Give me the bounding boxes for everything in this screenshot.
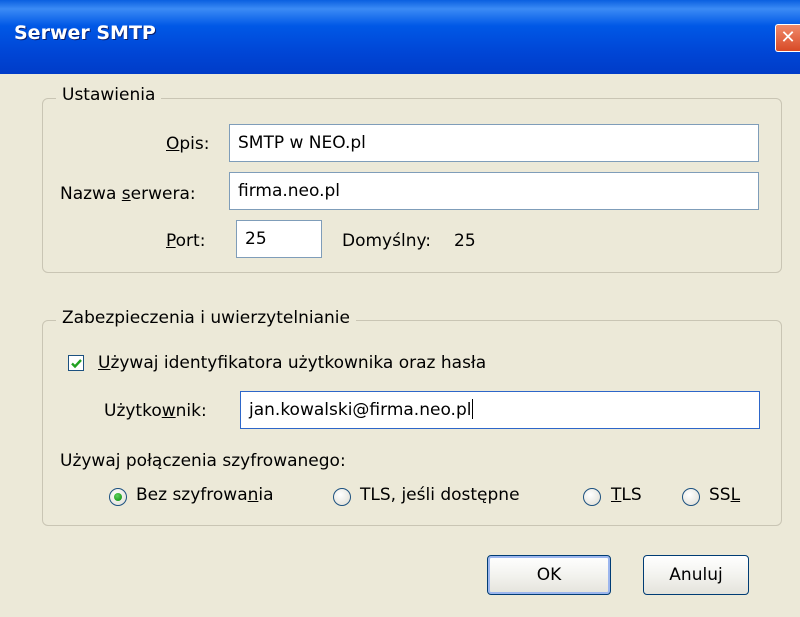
use-auth-label[interactable]: Używaj identyfikatora użytkownika oraz h… [98, 353, 486, 373]
port-input[interactable]: 25 [236, 220, 322, 258]
server-value: firma.neo.pl [238, 181, 341, 201]
text-caret [472, 399, 474, 419]
radio-tls-if-available-label[interactable]: TLS, jeśli dostępne [360, 485, 520, 505]
user-label: Użytkownik: [104, 401, 207, 421]
server-label: Nazwa serwera: [60, 184, 196, 204]
close-icon[interactable]: ✕ [775, 24, 800, 52]
user-value: jan.kowalski@firma.neo.pl [249, 400, 472, 420]
radio-tls-if-available[interactable] [333, 488, 351, 506]
description-value: SMTP w NEO.pl [238, 133, 366, 153]
radio-tls-label[interactable]: TLS [611, 485, 642, 505]
settings-legend: Ustawienia [56, 85, 162, 105]
window-title: Serwer SMTP [14, 22, 156, 44]
port-value: 25 [245, 229, 267, 249]
radio-no-encryption-label[interactable]: Bez szyfrowania [136, 485, 274, 505]
description-label: Opis: [166, 134, 210, 154]
checkmark-icon [71, 359, 82, 369]
title-bar: Serwer SMTP ✕ [0, 0, 800, 74]
port-label: Port: [166, 231, 206, 251]
default-port-value: 25 [454, 231, 476, 251]
radio-selected-dot [114, 493, 122, 501]
ok-button[interactable]: OK [487, 555, 611, 595]
use-auth-checkbox[interactable] [68, 355, 84, 371]
radio-no-encryption[interactable] [109, 488, 127, 506]
security-legend: Zabezpieczenia i uwierzytelnianie [56, 308, 356, 328]
description-input[interactable]: SMTP w NEO.pl [229, 124, 759, 162]
radio-tls[interactable] [583, 488, 601, 506]
user-input[interactable]: jan.kowalski@firma.neo.pl [240, 391, 760, 429]
radio-ssl-label[interactable]: SSL [709, 485, 740, 505]
cancel-button[interactable]: Anuluj [643, 555, 749, 595]
default-port-label: Domyślny: [342, 231, 432, 251]
radio-ssl[interactable] [682, 488, 700, 506]
server-input[interactable]: firma.neo.pl [229, 172, 759, 210]
encryption-label: Używaj połączenia szyfrowanego: [60, 451, 346, 471]
